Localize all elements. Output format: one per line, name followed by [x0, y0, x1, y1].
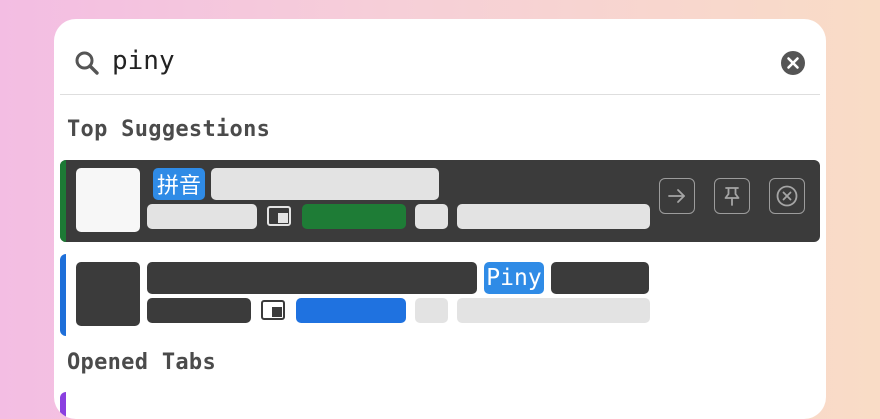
search-input[interactable] — [112, 41, 752, 81]
favicon-placeholder — [76, 262, 140, 326]
window-icon — [267, 206, 291, 226]
pin-icon — [724, 187, 740, 206]
window-icon — [261, 300, 285, 320]
section-title-top-suggestions: Top Suggestions — [67, 117, 271, 142]
open-button[interactable] — [659, 178, 695, 214]
match-badge-pinyin: 拼音 — [153, 168, 205, 200]
suggestion-row[interactable]: Piny — [60, 254, 820, 336]
meta-placeholder — [415, 298, 448, 323]
title-placeholder — [147, 262, 477, 294]
launcher-panel: Top Suggestions 拼音 — [54, 19, 826, 419]
clear-icon[interactable] — [780, 50, 806, 76]
search-icon — [75, 51, 99, 75]
open-arrow-icon — [668, 189, 685, 203]
opened-tab-row-accent[interactable] — [60, 392, 66, 419]
url-placeholder — [147, 204, 257, 229]
tag-placeholder — [302, 204, 406, 229]
detail-placeholder — [457, 298, 650, 323]
match-badge-piny: Piny — [484, 262, 544, 294]
favicon-placeholder — [76, 168, 140, 232]
title-placeholder — [211, 168, 439, 200]
detail-placeholder — [457, 204, 650, 229]
title-suffix-placeholder — [551, 262, 649, 294]
close-button[interactable] — [769, 178, 805, 214]
pin-button[interactable] — [714, 178, 750, 214]
meta-placeholder — [415, 204, 448, 229]
url-placeholder — [147, 298, 251, 323]
row-accent — [60, 160, 66, 242]
section-title-opened-tabs: Opened Tabs — [67, 350, 216, 375]
tag-placeholder — [296, 298, 406, 323]
suggestion-row-selected[interactable]: 拼音 — [60, 160, 820, 242]
search-bar — [54, 19, 826, 95]
row-accent — [60, 254, 66, 336]
close-circle-icon — [776, 185, 798, 207]
search-divider — [60, 94, 820, 95]
